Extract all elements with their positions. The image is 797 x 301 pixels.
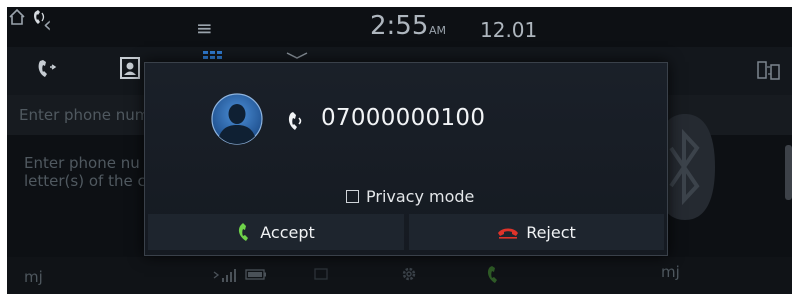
privacy-mode-checkbox[interactable]: Privacy mode — [346, 186, 474, 206]
avatar-icon — [211, 93, 263, 145]
phone-icon[interactable] — [485, 265, 503, 285]
privacy-mode-label: Privacy mode — [366, 186, 475, 206]
back-icon[interactable]: ‹ — [43, 13, 52, 38]
phone-number-placeholder: Enter phone num — [19, 106, 150, 124]
user-profile-left[interactable]: mj — [24, 268, 43, 286]
status-bar: ‹ ≡ 2:55 AM 12.01 — [7, 7, 792, 47]
accept-button[interactable]: Accept — [148, 214, 404, 250]
recent-calls-icon[interactable] — [35, 57, 59, 81]
home-icon[interactable] — [7, 7, 27, 27]
incoming-call-dialog: 07000000100 Privacy mode Accept Reject — [144, 62, 668, 256]
phone-accept-icon — [239, 222, 249, 241]
accept-label: Accept — [260, 222, 315, 242]
switch-device-icon[interactable] — [756, 59, 782, 83]
screen: ‹ ≡ 2:55 AM 12.01 Enter phone num Enter … — [7, 7, 792, 294]
checkbox-box[interactable] — [346, 189, 359, 203]
reject-label: Reject — [526, 222, 576, 242]
messages-icon[interactable] — [286, 52, 308, 60]
hint-text-line1: Enter phone nu — [24, 154, 140, 172]
reject-button[interactable]: Reject — [409, 214, 664, 250]
user-profile-right[interactable]: mj — [661, 263, 680, 281]
clock-time: 2:55 — [370, 11, 429, 41]
caller-phone-number: 07000000100 — [321, 105, 486, 131]
battery-icon — [245, 269, 266, 280]
contacts-icon[interactable] — [119, 56, 141, 80]
scrollbar[interactable] — [785, 145, 792, 200]
hint-text-line2: letter(s) of the c — [24, 172, 146, 190]
gear-icon[interactable] — [400, 265, 418, 283]
incoming-call-icon — [288, 112, 302, 130]
date: 12.01 — [480, 18, 538, 42]
bottom-bar: mj mj — [7, 257, 792, 294]
clock-ampm: AM — [429, 24, 447, 37]
signal-icon — [213, 269, 236, 282]
menu-icon[interactable]: ≡ — [196, 16, 213, 40]
phone-reject-icon — [498, 228, 519, 239]
screen-off-icon[interactable] — [314, 267, 328, 281]
keypad-icon[interactable] — [202, 50, 224, 60]
